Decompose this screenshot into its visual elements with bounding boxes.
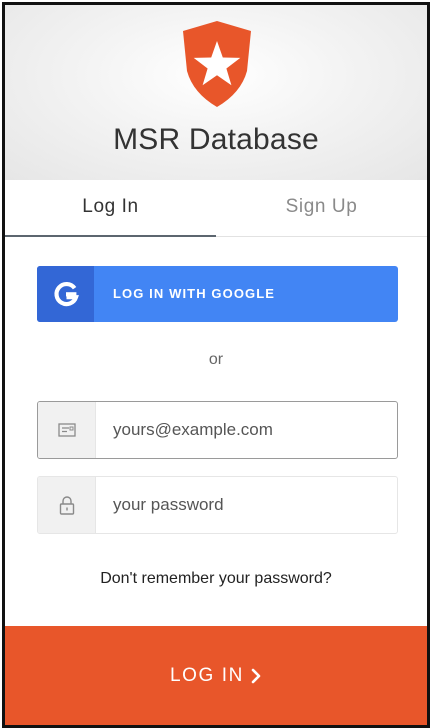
- google-g-icon: [53, 281, 79, 307]
- password-icon-box: [38, 477, 96, 533]
- login-widget: MSR Database Log In Sign Up LOG IN WITH …: [2, 2, 430, 728]
- google-icon-box: [37, 266, 94, 322]
- lock-icon: [59, 496, 74, 515]
- tab-log-in[interactable]: Log In: [5, 180, 216, 237]
- or-separator: or: [208, 351, 224, 368]
- email-input[interactable]: [95, 402, 395, 458]
- google-login-button[interactable]: LOG IN WITH GOOGLE: [37, 266, 398, 322]
- tab-sign-up[interactable]: Sign Up: [216, 180, 427, 236]
- password-field: [37, 476, 398, 534]
- chevron-right-icon: [250, 668, 262, 684]
- forgot-password-link[interactable]: Don't remember your password?: [5, 570, 427, 588]
- page-title: MSR Database: [113, 123, 319, 156]
- email-icon-box: [38, 402, 96, 458]
- widget-header: MSR Database: [5, 5, 427, 180]
- envelope-icon: [57, 423, 76, 437]
- log-in-submit-label: LOG IN: [169, 664, 244, 686]
- password-input[interactable]: [95, 477, 395, 533]
- email-field: [37, 401, 398, 459]
- auth-tabs: Log In Sign Up: [5, 180, 427, 237]
- google-login-label: LOG IN WITH GOOGLE: [113, 286, 276, 301]
- log-in-submit-button[interactable]: LOG IN: [5, 626, 427, 725]
- auth0-shield-star-icon: [183, 21, 251, 107]
